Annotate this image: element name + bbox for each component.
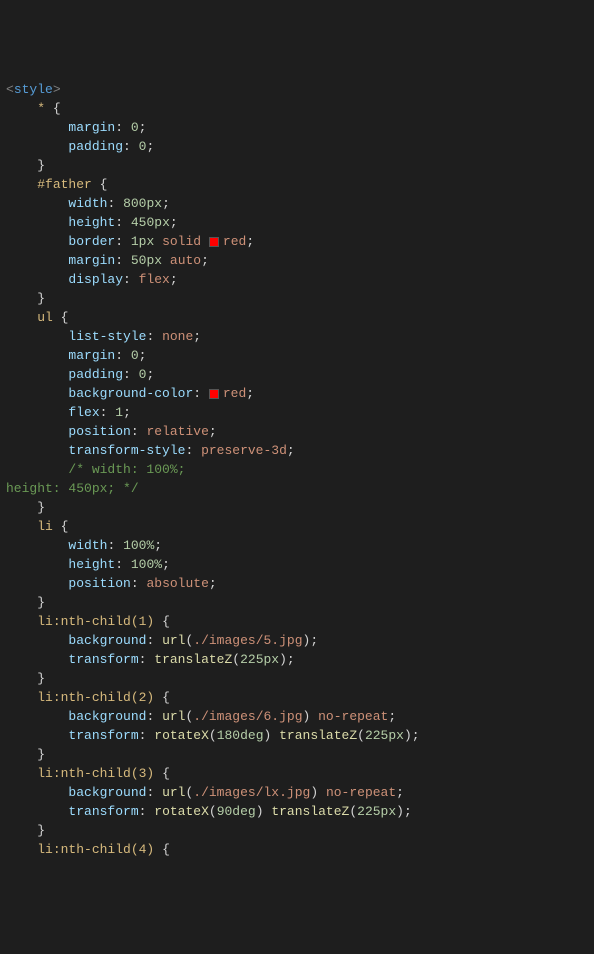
css-property: transform [68, 652, 138, 667]
css-selector: #father [37, 177, 92, 192]
css-selector: ul [37, 310, 53, 325]
rule-close: } [0, 498, 594, 517]
css-declaration: transform: translateZ(225px); [0, 650, 594, 669]
rule-open: li:nth-child(4) { [0, 840, 594, 859]
css-property: padding [68, 139, 123, 154]
css-declaration: background: url(./images/5.jpg); [0, 631, 594, 650]
css-selector: li:nth-child(1) [37, 614, 154, 629]
css-declaration: list-style: none; [0, 327, 594, 346]
css-declaration: background-color: red; [0, 384, 594, 403]
css-selector: li:nth-child(2) [37, 690, 154, 705]
css-declaration: transform: rotateX(180deg) translateZ(22… [0, 726, 594, 745]
css-property: background-color [68, 386, 193, 401]
css-selector: li:nth-child(3) [37, 766, 154, 781]
css-selector: * [37, 101, 45, 116]
css-property: margin [68, 348, 115, 363]
rule-close: } [0, 669, 594, 688]
css-property: width [68, 196, 107, 211]
rule-open: * { [0, 99, 594, 118]
rule-open: li:nth-child(3) { [0, 764, 594, 783]
css-property: background [68, 633, 146, 648]
css-declaration: flex: 1; [0, 403, 594, 422]
css-declaration: background: url(./images/lx.jpg) no-repe… [0, 783, 594, 802]
css-comment: height: 450px; */ [0, 479, 594, 498]
css-declaration: width: 800px; [0, 194, 594, 213]
css-property: transform-style [68, 443, 185, 458]
rule-open: li:nth-child(2) { [0, 688, 594, 707]
code-editor[interactable]: <style> * { margin: 0; padding: 0; } #fa… [0, 76, 594, 859]
css-declaration: margin: 50px auto; [0, 251, 594, 270]
rule-open: ul { [0, 308, 594, 327]
rule-open: li { [0, 517, 594, 536]
color-swatch-icon [209, 389, 219, 399]
rule-open: li:nth-child(1) { [0, 612, 594, 631]
css-property: display [68, 272, 123, 287]
css-selector: li [37, 519, 53, 534]
css-property: padding [68, 367, 123, 382]
css-declaration: transform: rotateX(90deg) translateZ(225… [0, 802, 594, 821]
css-property: list-style [68, 329, 146, 344]
css-declaration: position: absolute; [0, 574, 594, 593]
rule-close: } [0, 821, 594, 840]
rule-close: } [0, 593, 594, 612]
css-declaration: margin: 0; [0, 118, 594, 137]
css-property: height [68, 557, 115, 572]
css-property: background [68, 709, 146, 724]
css-property: width [68, 538, 107, 553]
css-declaration: margin: 0; [0, 346, 594, 365]
rule-close: } [0, 289, 594, 308]
css-declaration: transform-style: preserve-3d; [0, 441, 594, 460]
css-declaration: border: 1px solid red; [0, 232, 594, 251]
rule-close: } [0, 745, 594, 764]
css-property: margin [68, 253, 115, 268]
css-property: position [68, 576, 130, 591]
css-property: flex [68, 405, 99, 420]
css-declaration: padding: 0; [0, 137, 594, 156]
css-declaration: background: url(./images/6.jpg) no-repea… [0, 707, 594, 726]
style-open-tag: <style> [0, 80, 594, 99]
css-property: height [68, 215, 115, 230]
css-declaration: height: 100%; [0, 555, 594, 574]
css-declaration: width: 100%; [0, 536, 594, 555]
css-property: transform [68, 804, 138, 819]
css-property: background [68, 785, 146, 800]
css-property: transform [68, 728, 138, 743]
rule-open: #father { [0, 175, 594, 194]
css-property: margin [68, 120, 115, 135]
css-property: position [68, 424, 130, 439]
css-property: border [68, 234, 115, 249]
css-declaration: position: relative; [0, 422, 594, 441]
css-selector: li:nth-child(4) [37, 842, 154, 857]
css-comment: /* width: 100%; [0, 460, 594, 479]
css-declaration: display: flex; [0, 270, 594, 289]
color-swatch-icon [209, 237, 219, 247]
rule-close: } [0, 156, 594, 175]
css-declaration: height: 450px; [0, 213, 594, 232]
css-declaration: padding: 0; [0, 365, 594, 384]
